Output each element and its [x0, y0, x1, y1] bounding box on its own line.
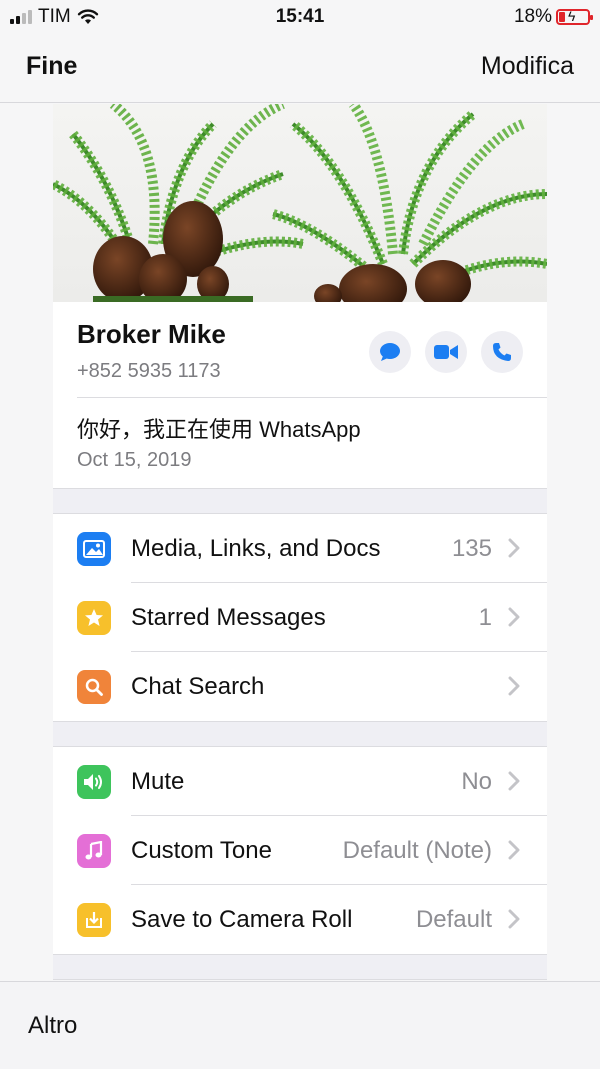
notification-section: Mute No Custom Tone Default (Note) Save … [53, 747, 547, 954]
row-label: Custom Tone [131, 837, 272, 864]
music-note-icon [77, 834, 111, 868]
download-icon [77, 903, 111, 937]
row-label: Starred Messages [131, 604, 326, 631]
chevron-right-icon [508, 909, 520, 929]
star-icon [77, 601, 111, 635]
chevron-right-icon [508, 840, 520, 860]
video-call-button[interactable] [425, 331, 467, 373]
chevron-right-icon [508, 771, 520, 791]
row-value: Default [415, 906, 492, 933]
row-value: Default (Note) [342, 837, 492, 864]
contact-actions [369, 331, 523, 373]
phone-icon [493, 343, 511, 361]
chevron-right-icon [508, 538, 520, 558]
about-text: 你好，我正在使用 WhatsApp [77, 417, 361, 442]
chat-search-row[interactable]: Chat Search [53, 652, 547, 721]
status-bar: TIM 15:41 18% ϟ [0, 0, 600, 36]
row-value: 1 [478, 604, 492, 631]
battery-percent: 18% [513, 6, 552, 27]
media-links-docs-row[interactable]: Media, Links, and Docs 135 [53, 514, 547, 583]
row-label: Media, Links, and Docs [131, 535, 381, 562]
row-label: Mute [131, 768, 185, 795]
starred-messages-row[interactable]: Starred Messages 1 [53, 583, 547, 652]
contact-phone[interactable]: +852 5935 1173 [77, 360, 221, 383]
video-camera-icon [434, 345, 458, 359]
magnifier-icon [77, 670, 111, 704]
done-button[interactable]: Fine [26, 52, 77, 81]
mute-row[interactable]: Mute No [53, 747, 547, 816]
status-right: 18% ϟ [513, 6, 593, 28]
nav-bar: Fine Modifica [0, 36, 600, 103]
divider [77, 397, 547, 398]
save-to-camera-roll-row[interactable]: Save to Camera Roll Default [53, 885, 547, 954]
battery-icon: ϟ [556, 8, 593, 25]
edit-button[interactable]: Modifica [481, 52, 574, 81]
about-date: Oct 15, 2019 [77, 449, 192, 471]
row-value: No [461, 768, 492, 795]
custom-tone-row[interactable]: Custom Tone Default (Note) [53, 816, 547, 885]
bottom-bar: Altro [0, 981, 600, 1069]
contact-name: Broker Mike [77, 319, 226, 349]
row-label: Save to Camera Roll [131, 906, 353, 933]
speaker-icon [77, 765, 111, 799]
section-gap [53, 954, 547, 980]
profile-header: Broker Mike +852 5935 1173 你好，我正在使用 What… [53, 302, 547, 488]
chevron-right-icon [508, 607, 520, 627]
profile-photo[interactable] [53, 104, 547, 302]
more-button[interactable]: Altro [28, 1012, 77, 1040]
section-gap [53, 488, 547, 514]
row-label: Chat Search [131, 673, 265, 700]
message-bubble-icon [380, 343, 400, 361]
chevron-right-icon [508, 676, 520, 696]
media-section: Media, Links, and Docs 135 Starred Messa… [53, 514, 547, 721]
voice-call-button[interactable] [481, 331, 523, 373]
photo-icon [77, 532, 111, 566]
status-time: 15:41 [275, 6, 325, 27]
section-gap [53, 721, 547, 747]
row-value: 135 [451, 535, 492, 562]
contact-info-card: Broker Mike +852 5935 1173 你好，我正在使用 What… [53, 104, 547, 980]
cycas-plants-image [53, 104, 547, 302]
message-button[interactable] [369, 331, 411, 373]
